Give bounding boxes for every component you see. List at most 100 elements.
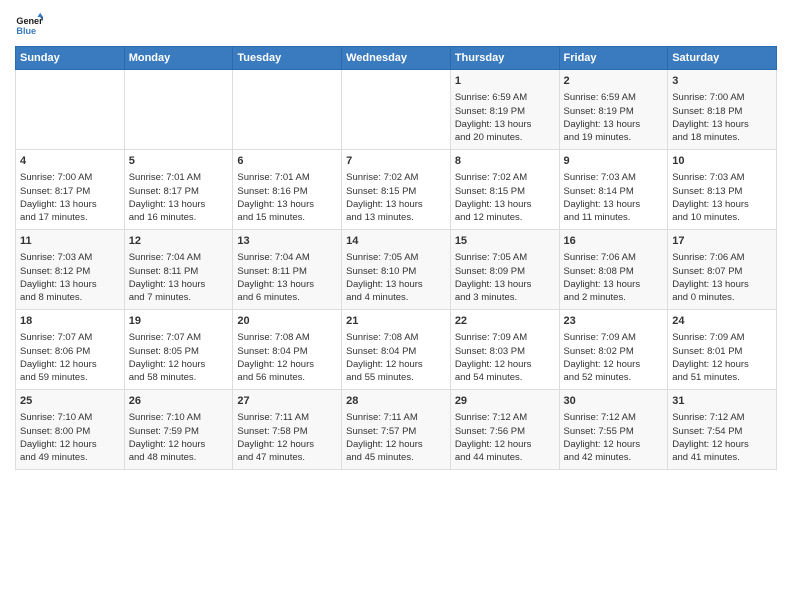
cell-text: and 59 minutes. bbox=[20, 371, 120, 384]
cell-text: Sunset: 8:03 PM bbox=[455, 345, 555, 358]
cell-text: Daylight: 13 hours bbox=[346, 198, 446, 211]
cell-text: Sunset: 8:10 PM bbox=[346, 265, 446, 278]
cell-text: Sunset: 8:16 PM bbox=[237, 185, 337, 198]
header-day-tuesday: Tuesday bbox=[233, 47, 342, 70]
day-number: 20 bbox=[237, 314, 337, 329]
cell-text: Sunrise: 7:03 AM bbox=[20, 251, 120, 264]
cell-text: Sunset: 8:15 PM bbox=[455, 185, 555, 198]
calendar-cell bbox=[124, 70, 233, 150]
calendar-cell bbox=[342, 70, 451, 150]
calendar-cell bbox=[233, 70, 342, 150]
day-number: 13 bbox=[237, 234, 337, 249]
cell-text: Sunrise: 7:11 AM bbox=[237, 411, 337, 424]
cell-text: and 55 minutes. bbox=[346, 371, 446, 384]
cell-text: Daylight: 13 hours bbox=[20, 278, 120, 291]
calendar-cell: 27Sunrise: 7:11 AMSunset: 7:58 PMDayligh… bbox=[233, 390, 342, 470]
cell-text: Sunrise: 7:03 AM bbox=[672, 171, 772, 184]
cell-text: Sunset: 7:56 PM bbox=[455, 425, 555, 438]
cell-text: and 56 minutes. bbox=[237, 371, 337, 384]
cell-text: Daylight: 13 hours bbox=[672, 118, 772, 131]
cell-text: Sunset: 8:14 PM bbox=[564, 185, 664, 198]
calendar-cell: 18Sunrise: 7:07 AMSunset: 8:06 PMDayligh… bbox=[16, 310, 125, 390]
cell-text: Sunrise: 7:01 AM bbox=[237, 171, 337, 184]
cell-text: Sunset: 8:11 PM bbox=[237, 265, 337, 278]
calendar-cell: 1Sunrise: 6:59 AMSunset: 8:19 PMDaylight… bbox=[450, 70, 559, 150]
logo-icon: General Blue bbox=[15, 10, 43, 38]
calendar-cell: 6Sunrise: 7:01 AMSunset: 8:16 PMDaylight… bbox=[233, 150, 342, 230]
day-number: 22 bbox=[455, 314, 555, 329]
calendar-cell: 5Sunrise: 7:01 AMSunset: 8:17 PMDaylight… bbox=[124, 150, 233, 230]
header-day-thursday: Thursday bbox=[450, 47, 559, 70]
cell-text: Sunset: 7:58 PM bbox=[237, 425, 337, 438]
header-day-wednesday: Wednesday bbox=[342, 47, 451, 70]
day-number: 4 bbox=[20, 154, 120, 169]
calendar-cell: 22Sunrise: 7:09 AMSunset: 8:03 PMDayligh… bbox=[450, 310, 559, 390]
day-number: 6 bbox=[237, 154, 337, 169]
cell-text: Daylight: 13 hours bbox=[346, 278, 446, 291]
cell-text: Sunset: 8:00 PM bbox=[20, 425, 120, 438]
day-number: 2 bbox=[564, 74, 664, 89]
cell-text: Sunrise: 7:04 AM bbox=[237, 251, 337, 264]
cell-text: Sunset: 8:12 PM bbox=[20, 265, 120, 278]
cell-text: Sunset: 7:59 PM bbox=[129, 425, 229, 438]
calendar-cell: 8Sunrise: 7:02 AMSunset: 8:15 PMDaylight… bbox=[450, 150, 559, 230]
day-number: 17 bbox=[672, 234, 772, 249]
cell-text: and 6 minutes. bbox=[237, 291, 337, 304]
cell-text: Sunset: 8:19 PM bbox=[564, 105, 664, 118]
calendar-cell: 4Sunrise: 7:00 AMSunset: 8:17 PMDaylight… bbox=[16, 150, 125, 230]
cell-text: Sunset: 8:07 PM bbox=[672, 265, 772, 278]
cell-text: and 45 minutes. bbox=[346, 451, 446, 464]
day-number: 1 bbox=[455, 74, 555, 89]
cell-text: Sunrise: 7:05 AM bbox=[455, 251, 555, 264]
cell-text: and 49 minutes. bbox=[20, 451, 120, 464]
cell-text: Sunrise: 7:07 AM bbox=[129, 331, 229, 344]
cell-text: Sunrise: 7:08 AM bbox=[237, 331, 337, 344]
cell-text: Daylight: 12 hours bbox=[564, 358, 664, 371]
day-number: 10 bbox=[672, 154, 772, 169]
cell-text: Sunrise: 7:00 AM bbox=[20, 171, 120, 184]
cell-text: and 0 minutes. bbox=[672, 291, 772, 304]
cell-text: and 41 minutes. bbox=[672, 451, 772, 464]
week-row-2: 4 Sunrise: 7:00 AM Sunset: 8:17 PM Daylight… bbox=[16, 150, 777, 230]
header-row: SundayMondayTuesdayWednesdayThursdayFrid… bbox=[16, 47, 777, 70]
cell-text: Daylight: 13 hours bbox=[564, 278, 664, 291]
day-number: 14 bbox=[346, 234, 446, 249]
day-number: 19 bbox=[129, 314, 229, 329]
cell-text: and 44 minutes. bbox=[455, 451, 555, 464]
calendar-cell: 21Sunrise: 7:08 AMSunset: 8:04 PMDayligh… bbox=[342, 310, 451, 390]
calendar-cell: 30Sunrise: 7:12 AMSunset: 7:55 PMDayligh… bbox=[559, 390, 668, 470]
day-number: 31 bbox=[672, 394, 772, 409]
header-day-friday: Friday bbox=[559, 47, 668, 70]
calendar-cell: 16Sunrise: 7:06 AMSunset: 8:08 PMDayligh… bbox=[559, 230, 668, 310]
cell-text: and 20 minutes. bbox=[455, 131, 555, 144]
week-row-3: 11Sunrise: 7:03 AMSunset: 8:12 PMDayligh… bbox=[16, 230, 777, 310]
cell-text: Sunset: 8:08 PM bbox=[564, 265, 664, 278]
cell-text: and 2 minutes. bbox=[564, 291, 664, 304]
calendar-cell: 31Sunrise: 7:12 AMSunset: 7:54 PMDayligh… bbox=[668, 390, 777, 470]
cell-text: Daylight: 13 hours bbox=[564, 198, 664, 211]
day-number: 3 bbox=[672, 74, 772, 89]
cell-text: Sunset: 8:09 PM bbox=[455, 265, 555, 278]
calendar-cell: 15Sunrise: 7:05 AMSunset: 8:09 PMDayligh… bbox=[450, 230, 559, 310]
cell-text: Daylight: 12 hours bbox=[237, 438, 337, 451]
cell-text: Sunrise: 7:04 AM bbox=[129, 251, 229, 264]
cell-text: and 3 minutes. bbox=[455, 291, 555, 304]
cell-text: Sunrise: 7:09 AM bbox=[455, 331, 555, 344]
day-number: 29 bbox=[455, 394, 555, 409]
calendar-cell: 12Sunrise: 7:04 AMSunset: 8:11 PMDayligh… bbox=[124, 230, 233, 310]
calendar-cell: 13 Sunrise: 7:04 AMSunset: 8:11 PMDayligh… bbox=[233, 230, 342, 310]
cell-text: Daylight: 12 hours bbox=[564, 438, 664, 451]
cell-text: Sunrise: 6:59 AM bbox=[564, 91, 664, 104]
svg-text:Blue: Blue bbox=[16, 26, 36, 36]
cell-text: Sunrise: 6:59 AM bbox=[455, 91, 555, 104]
cell-text: and 12 minutes. bbox=[455, 211, 555, 224]
calendar-cell: 19Sunrise: 7:07 AMSunset: 8:05 PMDayligh… bbox=[124, 310, 233, 390]
cell-text: Sunset: 8:01 PM bbox=[672, 345, 772, 358]
calendar-cell: 3Sunrise: 7:00 AMSunset: 8:18 PMDaylight… bbox=[668, 70, 777, 150]
header-day-sunday: Sunday bbox=[16, 47, 125, 70]
cell-text: Sunrise: 7:06 AM bbox=[672, 251, 772, 264]
cell-text: Daylight: 13 hours bbox=[237, 278, 337, 291]
cell-text: Sunset: 8:17 PM bbox=[129, 185, 229, 198]
cell-text: and 52 minutes. bbox=[564, 371, 664, 384]
week-row-4: 18Sunrise: 7:07 AMSunset: 8:06 PMDayligh… bbox=[16, 310, 777, 390]
